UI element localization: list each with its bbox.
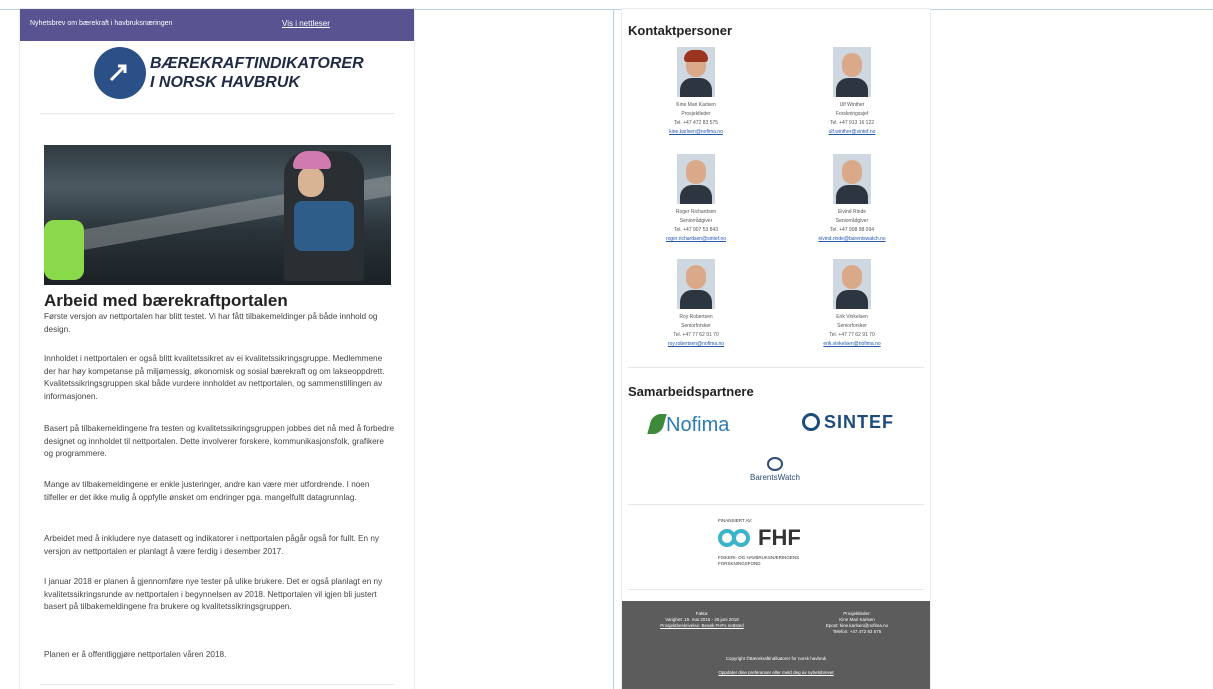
paragraph-5: Arbeidet med å inkludere nye datasett og… — [44, 534, 379, 556]
avatar — [833, 259, 871, 309]
paragraph-6: I januar 2018 er planen å gjennomføre ny… — [44, 577, 383, 611]
fhf-name: FHF — [758, 525, 801, 550]
contact-phone: Tel. +47 472 83 575 — [673, 120, 719, 126]
contact-card: Kine Mari Karlsen Prosjektleder Tel. +47… — [636, 47, 756, 137]
paragraph-3: Basert på tilbakemeldingene fra testen o… — [44, 424, 394, 458]
newsletter-label: Nyhetsbrev om bærekraft i havbruksnæring… — [30, 20, 173, 27]
footer-copyright: Copyright ©Bærekraftindikatorer for nors… — [725, 656, 827, 661]
footer-facts: Fakta: Varighet: 15. mai 2016 - 30.juni … — [642, 611, 762, 629]
fhf-logo[interactable]: FHF — [718, 525, 801, 551]
nofima-name: Nofima — [666, 414, 730, 436]
contact-role: Forskningssjef — [835, 111, 869, 117]
contact-name: Eivind Rinde — [837, 209, 867, 215]
fhf-divider — [628, 589, 924, 590]
newsletter-right: Kontaktpersoner Kine Mari Karlsen Prosje… — [622, 9, 930, 689]
logo-line-2: I NORSK HAVBRUK — [150, 74, 300, 91]
contact-name: Erik Vinkelsen — [836, 314, 868, 320]
partners-divider — [628, 504, 924, 505]
footer-unsubscribe-link[interactable]: Oppdater dine preferanser eller meld deg… — [622, 670, 930, 676]
paragraph-2: Innholdet i nettportalen er også blitt k… — [44, 354, 385, 401]
footer-divider — [40, 684, 394, 685]
nofima-logo[interactable]: Nofima — [647, 414, 730, 437]
contact-card: Roger Richardsen Seniorrådgiver Tel. +47… — [636, 154, 756, 244]
contact-role: Seniorrådgiver — [835, 218, 869, 224]
contact-phone: Tel. +47 908 98 094 — [829, 227, 875, 233]
baerekraft-logo-icon — [94, 47, 146, 99]
contacts-divider — [628, 367, 924, 368]
article-title: Arbeid med bærekraftportalen — [44, 291, 288, 310]
contact-name: Roy Robertsen — [679, 314, 713, 320]
newsletter-footer: Fakta: Varighet: 15. mai 2016 - 30.juni … — [622, 601, 930, 689]
contact-card: Ulf Winther Forskningssjef Tel. +47 913 … — [792, 47, 912, 137]
footer-lead-phone: Telefon: +47 472 83 575 — [832, 629, 882, 634]
contact-card: Erik Vinkelsen Seniorforsker Tel. +47 77… — [792, 259, 912, 349]
contact-role: Seniorforsker — [681, 323, 711, 329]
footer-project-link[interactable]: Prosjektbeskrivelse: Besøk FHFs nettsted — [642, 623, 762, 629]
contact-role: Seniorforsker — [837, 323, 867, 329]
contact-email-link[interactable]: erik.vinkelsen@nofima.no — [792, 340, 912, 349]
contact-email-link[interactable]: ulf.winther@sintef.no — [792, 128, 912, 137]
barentswatch-name: BarentsWatch — [750, 473, 800, 482]
fhf-subtitle: FISKERI- OG HAVBRUKSNÆRINGENS FORSKNINGS… — [718, 555, 848, 567]
contacts-title: Kontaktpersoner — [628, 23, 733, 38]
barentswatch-logo[interactable]: BarentsWatch — [740, 457, 810, 482]
avatar — [833, 47, 871, 97]
contact-email-link[interactable]: kine.karlsen@nofima.no — [636, 128, 756, 137]
header-divider — [40, 113, 394, 114]
paragraph-1: Første versjon av nettportalen har blitt… — [44, 312, 378, 334]
newsletter-left: Nyhetsbrev om bærekraft i havbruksnæring… — [20, 9, 414, 689]
arrow-icon — [109, 64, 127, 82]
contact-card: Roy Robertsen Seniorforsker Tel. +47 77 … — [636, 259, 756, 349]
avatar — [677, 47, 715, 97]
contact-email-link[interactable]: roger.richardsen@sintef.no — [636, 235, 756, 244]
logo-text: BÆREKRAFTINDIKATORER I NORSK HAVBRUK — [150, 54, 364, 92]
hero-photo — [44, 145, 391, 285]
screenshot-canvas: Nyhetsbrev om bærekraft i havbruksnæring… — [0, 0, 1213, 689]
logo-line-1: BÆREKRAFTINDIKATORER — [150, 55, 364, 72]
footer-project-lead: Prosjektleder: Kine Mari Karlsen Epost: … — [797, 611, 917, 635]
fhf-infinity-icon — [718, 527, 754, 549]
avatar — [677, 154, 715, 204]
sintef-logo[interactable]: SINTEF — [802, 412, 894, 433]
partners-title: Samarbeidspartnere — [628, 384, 754, 399]
contact-phone: Tel. +47 77 62 91 70 — [673, 332, 719, 338]
financed-by-label: FINANSIERT AV: — [718, 518, 753, 523]
newsletter-topbar: Nyhetsbrev om bærekraft i havbruksnæring… — [20, 9, 414, 41]
avatar — [677, 259, 715, 309]
sintef-name: SINTEF — [824, 412, 895, 432]
contact-email-link[interactable]: eivind.rinde@barentswatch.no — [792, 235, 912, 244]
panel-divider — [613, 9, 614, 689]
paragraph-7: Planen er å offentliggjøre nettportalen … — [44, 650, 227, 659]
fhf-subtitle-line-2: FORSKNINGSFOND — [718, 561, 761, 566]
contact-name: Roger Richardsen — [675, 209, 717, 215]
nofima-swoosh-icon — [647, 414, 667, 434]
paragraph-4: Mange av tilbakemeldingene er enkle just… — [44, 480, 370, 502]
view-in-browser-link[interactable]: Vis i nettleser — [282, 19, 330, 28]
contact-role: Seniorrådgiver — [679, 218, 713, 224]
contact-phone: Tel. +47 913 16 122 — [829, 120, 875, 126]
sintef-ring-icon — [802, 413, 820, 431]
satellite-dish-icon — [767, 457, 783, 471]
avatar — [833, 154, 871, 204]
contact-email-link[interactable]: roy.robertsen@nofima.no — [636, 340, 756, 349]
contact-name: Ulf Winther — [839, 102, 865, 108]
contact-phone: Tel. +47 77 62 91 70 — [829, 332, 875, 338]
contact-role: Prosjektleder — [681, 111, 711, 117]
contact-phone: Tel. +47 907 53 843 — [673, 227, 719, 233]
contact-name: Kine Mari Karlsen — [676, 102, 716, 108]
contact-card: Eivind Rinde Seniorrådgiver Tel. +47 908… — [792, 154, 912, 244]
